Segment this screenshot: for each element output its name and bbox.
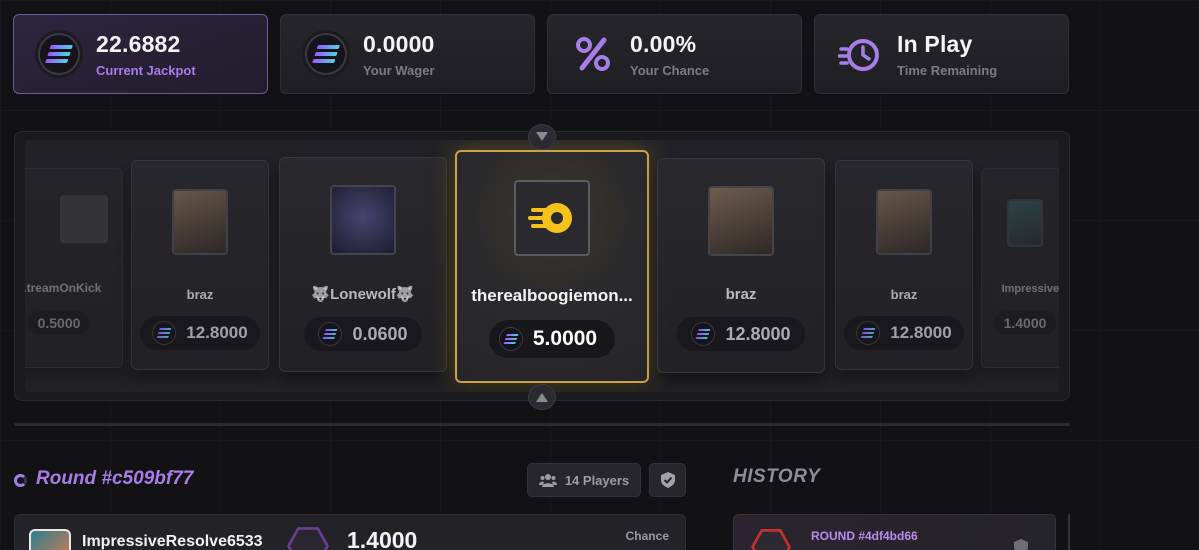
spinner-card: 🐺Lonewolf🐺 0.0600 (279, 157, 447, 372)
jackpot-label: Current Jackpot (96, 62, 196, 78)
shield-check-icon (660, 472, 675, 488)
player-name: braz (186, 287, 214, 302)
wager-stat-card: 0.0000 Your Wager (280, 14, 535, 94)
solana-coin-icon (152, 321, 177, 345)
player-amount: 1.4000 (993, 311, 1057, 335)
player-avatar (708, 186, 774, 256)
player-level-badge-icon (287, 527, 329, 550)
winner-logo-icon (528, 203, 572, 233)
player-avatar (876, 189, 932, 255)
chance-value: 0.00% (630, 30, 697, 57)
winner-badge-icon (751, 529, 791, 550)
winner-amount: 5.0000 (488, 320, 616, 358)
winner-avatar (514, 180, 590, 256)
spinner-bottom-marker (528, 384, 556, 410)
player-amount: 0.0600 (304, 317, 422, 351)
player-avatar (1007, 199, 1043, 247)
percent-icon (566, 27, 620, 81)
users-icon (538, 474, 557, 487)
jackpot-value: 22.6882 (96, 30, 181, 57)
chance-label: Your Chance (630, 62, 710, 78)
round-title: Round #c509bf77 (36, 468, 194, 489)
solana-coin-icon (691, 322, 716, 346)
player-name: ...treamOnKick (25, 281, 102, 295)
player-amount: 12.8000 (844, 316, 964, 350)
solana-coin-icon (856, 321, 881, 345)
time-stat-card: In Play Time Remaining (814, 14, 1069, 94)
round-status-icon (14, 474, 27, 487)
chance-label: Chance (625, 529, 669, 543)
shield-check-icon (1014, 539, 1028, 550)
winner-card: therealboogiemon... 5.0000 (455, 150, 649, 383)
player-name: ImpressiveRes... (1001, 283, 1059, 295)
jackpot-spinner: ...treamOnKick 0.5000 braz 12.8000 🐺Lone… (14, 124, 1070, 410)
solana-coin-icon (299, 27, 353, 81)
winner-name: therealboogiemon... (471, 286, 633, 305)
spinner-card: braz 12.8000 (835, 160, 973, 370)
spinner-card: braz 12.8000 (657, 158, 825, 373)
spinner-card: ...treamOnKick 0.5000 (25, 168, 123, 368)
wager-label: Your Wager (363, 62, 435, 78)
player-avatar (330, 185, 396, 255)
player-amount: 0.5000 (27, 311, 91, 335)
players-button[interactable]: 14 Players (527, 463, 641, 497)
player-name: braz (890, 287, 918, 302)
player-entry-row[interactable]: ImpressiveResolve6533 1.4000 Chance (14, 514, 686, 550)
history-title: HISTORY (733, 466, 821, 487)
players-count: 14 Players (564, 472, 630, 488)
timer-icon (833, 27, 887, 81)
player-avatar (60, 195, 108, 243)
solana-coin-icon (32, 27, 86, 81)
player-name: braz (725, 286, 757, 303)
spinner-top-marker (528, 124, 556, 150)
provably-fair-button[interactable] (649, 463, 686, 497)
history-round-id: ROUND #4df4bd66 (811, 529, 918, 543)
wager-value: 0.0000 (363, 30, 435, 57)
spinner-card: braz 12.8000 (131, 160, 269, 370)
player-amount: 12.8000 (140, 316, 260, 350)
history-round-card[interactable]: ROUND #4df4bd66 (733, 514, 1056, 550)
time-label: Time Remaining (897, 62, 998, 78)
player-amount: 12.8000 (677, 317, 805, 351)
player-name: 🐺Lonewolf🐺 (311, 286, 415, 303)
time-value: In Play (897, 30, 973, 57)
spinner-track: ...treamOnKick 0.5000 braz 12.8000 🐺Lone… (25, 140, 1059, 392)
spinner-card: ImpressiveRes... 1.4000 (981, 168, 1059, 368)
player-avatar (29, 529, 71, 550)
player-name: ImpressiveResolve6533 (82, 533, 263, 550)
player-avatar (172, 189, 228, 255)
player-amount: 1.4000 (347, 527, 418, 550)
scroll-divider (1068, 514, 1070, 550)
jackpot-stat-card: 22.6882 Current Jackpot (13, 14, 268, 94)
solana-coin-icon (318, 322, 343, 346)
chance-stat-card: 0.00% Your Chance (547, 14, 802, 94)
solana-coin-icon (498, 327, 523, 351)
section-divider (14, 423, 1070, 426)
